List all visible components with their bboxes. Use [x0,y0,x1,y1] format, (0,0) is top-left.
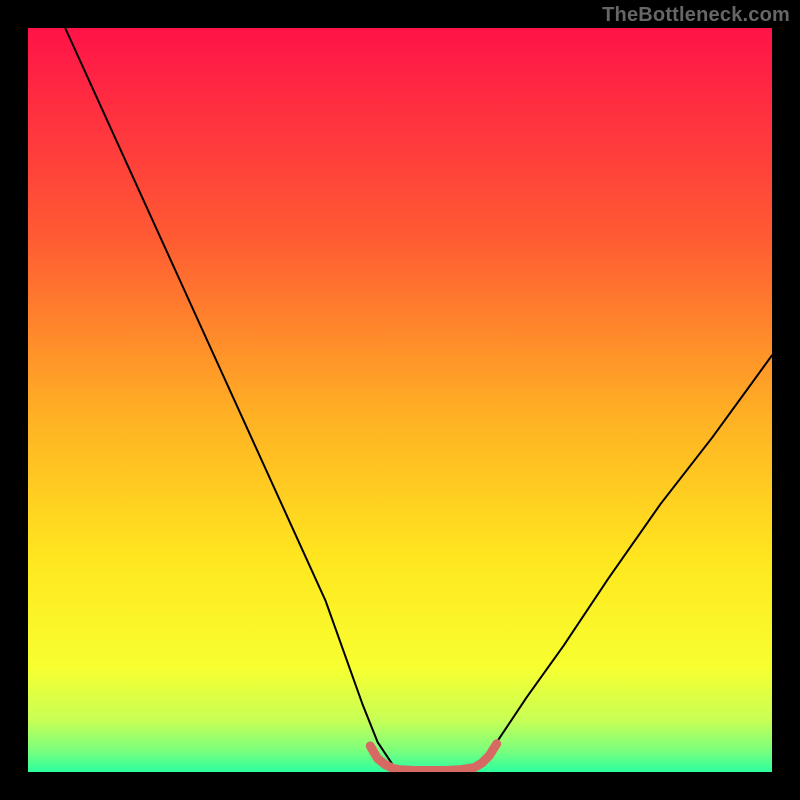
gradient-rect [28,28,772,772]
chart-frame: TheBottleneck.com [0,0,800,800]
watermark-text: TheBottleneck.com [602,4,790,27]
plot-area [28,28,772,772]
chart-svg [28,28,772,772]
